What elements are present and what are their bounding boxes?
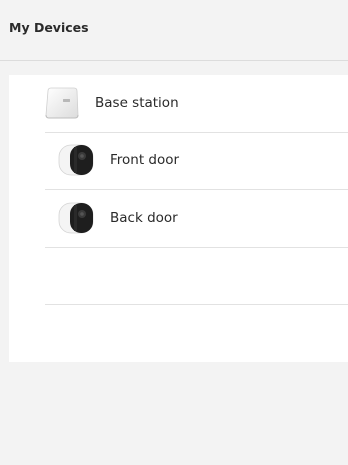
page-header: My Devices — [0, 0, 348, 61]
device-label: Base station — [95, 95, 179, 111]
device-label: Front door — [110, 152, 180, 168]
list-item-empty — [45, 248, 348, 305]
device-item-base-station[interactable]: Base station — [45, 75, 348, 133]
camera-icon — [58, 143, 94, 177]
page-title: My Devices — [9, 20, 89, 35]
device-item-front-door[interactable]: Front door — [45, 132, 348, 190]
camera-icon — [58, 201, 94, 235]
device-list: Base station Front door Back door — [9, 75, 348, 362]
base-station-icon — [45, 87, 79, 119]
device-label: Back door — [110, 210, 178, 226]
device-item-back-door[interactable]: Back door — [45, 190, 348, 248]
